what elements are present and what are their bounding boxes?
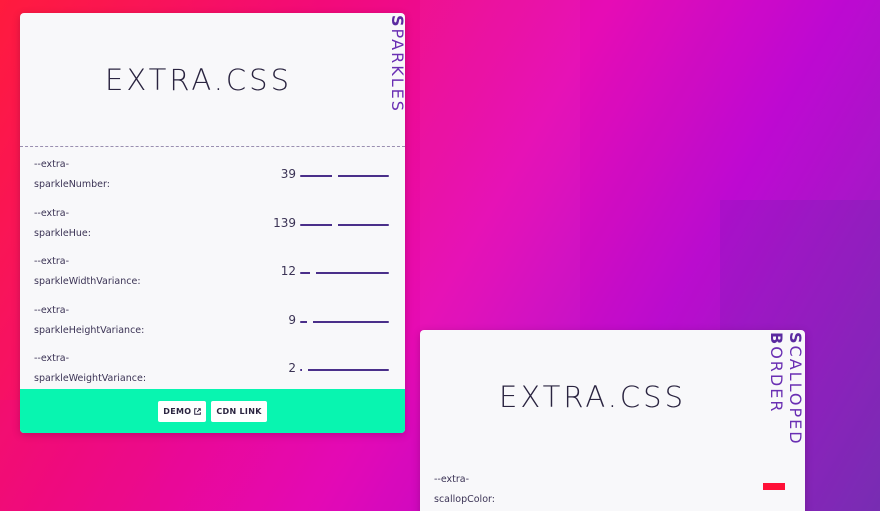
cdn-link-button[interactable]: CDN LINK <box>211 400 267 422</box>
property-row: --extra- sparkleHeightVariance: 9 <box>20 299 405 348</box>
property-list: --extra- sparkleNumber: 39 --extra- spar… <box>20 153 405 396</box>
sparkle-number-slider[interactable] <box>300 172 389 180</box>
sparkle-width-variance-slider[interactable] <box>300 269 389 277</box>
sparkle-height-variance-slider[interactable] <box>300 317 389 326</box>
sparkle-hue-slider[interactable] <box>300 220 389 229</box>
property-value: 39 <box>280 167 296 181</box>
sparkles-side-label: SPARKLES <box>388 15 405 113</box>
property-value: 12 <box>280 264 296 278</box>
demo-button[interactable]: DEMO <box>158 400 207 422</box>
scalloped-hero: EXTRA.CSS <box>420 330 805 463</box>
card-footer: DEMO CDN LINK <box>20 389 405 433</box>
property-name: --extra- sparkleHeightVariance: <box>34 304 145 336</box>
property-row: --extra- sparkleNumber: 39 <box>20 153 405 202</box>
property-name: --extra- sparkleWidthVariance: <box>34 256 141 287</box>
property-name: --extra- sparkleWeightVariance: <box>34 353 147 384</box>
property-value: 2 <box>288 361 296 375</box>
property-name: --extra- scallopColor: <box>434 474 495 505</box>
sparkles-card: EXTRA.CSS SPARKLES --extra- sparkleNumbe… <box>20 13 405 433</box>
card-title: EXTRA.CSS <box>499 379 686 414</box>
property-name: --extra- sparkleNumber: <box>34 159 110 190</box>
property-value: 9 <box>288 312 296 327</box>
property-row: --extra- sparkleWidthVariance: 12 <box>20 250 405 299</box>
property-row: --extra- sparkleHue: 139 <box>20 202 405 251</box>
divider <box>20 146 405 147</box>
scalloped-side-label: SCALLOPED BORDER <box>766 332 805 446</box>
sparkles-hero: EXTRA.CSS <box>20 13 405 146</box>
card-title: EXTRA.CSS <box>105 62 292 97</box>
scalloped-border-card: EXTRA.CSS SCALLOPED BORDER --extra- scal… <box>420 330 805 511</box>
property-name: --extra- sparkleHue: <box>34 207 91 239</box>
sparkle-weight-variance-slider[interactable] <box>300 366 389 374</box>
external-link-icon <box>194 407 202 415</box>
scallop-color-swatch[interactable] <box>763 483 785 490</box>
property-row: --extra- scallopColor: <box>420 468 805 511</box>
property-value: 139 <box>273 215 296 230</box>
